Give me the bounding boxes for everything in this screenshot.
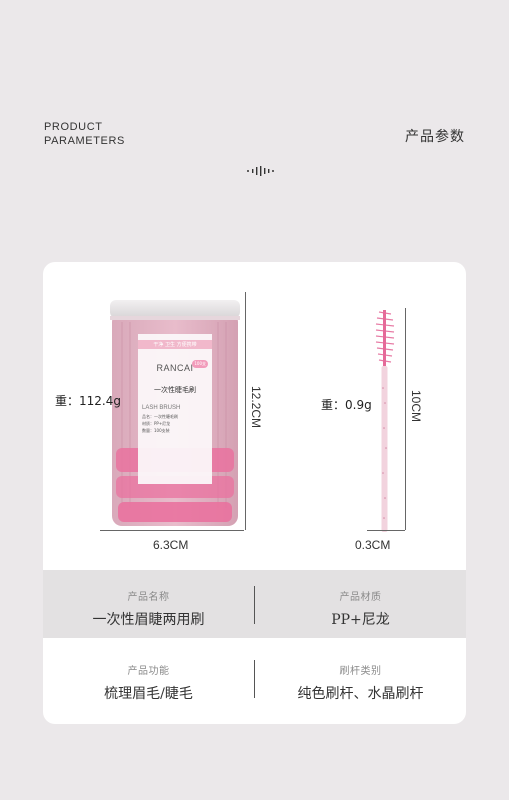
- param-cell-function: 产品功能 梳理眉毛/睫毛: [43, 644, 254, 712]
- param-value: 一次性眉睫两用刷: [92, 612, 205, 628]
- param-value: 梳理眉毛/睫毛: [104, 686, 193, 702]
- param-row: 产品功能 梳理眉毛/睫毛 刷杆类别 纯色刷杆、水晶刷杆: [43, 644, 466, 712]
- header-title-en-line1: PRODUCT: [44, 121, 103, 133]
- wand-height-line: [405, 308, 406, 530]
- jar-height-line: [245, 292, 246, 530]
- wand-width-label: 0.3CM: [355, 538, 391, 552]
- jar-label: 干净 卫生 方便携带 RANCAI 100支 一次性睫毛刷 LASH BRUSH…: [138, 334, 212, 484]
- jar-weight-label: 重：112.4g: [55, 394, 121, 408]
- product-card: 干净 卫生 方便携带 RANCAI 100支 一次性睫毛刷 LASH BRUSH…: [43, 262, 466, 724]
- jar-width-label: 6.3CM: [153, 538, 189, 552]
- param-value: PP+尼龙: [331, 612, 390, 628]
- param-value: 纯色刷杆、水晶刷杆: [297, 686, 424, 702]
- param-label: 产品功能: [127, 666, 170, 677]
- header-title-en: PRODUCT PARAMETERS: [44, 120, 125, 148]
- jar-width-line: [100, 530, 244, 531]
- jar-height-label: 12.2CM: [249, 386, 263, 429]
- param-row: 产品名称 一次性眉睫两用刷 产品材质 PP+尼龙: [43, 570, 466, 638]
- param-label: 刷杆类别: [339, 666, 382, 677]
- wand-height-label: 10CM: [409, 390, 423, 423]
- lash-brush-image: [375, 310, 395, 532]
- jar-label-line: 数量：100支装: [142, 428, 170, 433]
- param-cell-product-name: 产品名称 一次性眉睫两用刷: [43, 570, 254, 638]
- param-cell-handle-type: 刷杆类别 纯色刷杆、水晶刷杆: [255, 644, 466, 712]
- param-label: 产品名称: [127, 592, 170, 603]
- jar-label-line: 品名：一次性睫毛刷: [142, 414, 178, 419]
- jar-label-line: 材质：PP+尼龙: [142, 421, 171, 426]
- audio-wave-icon: [247, 166, 274, 176]
- jar-product-name-en: LASH BRUSH: [142, 405, 181, 411]
- jar-badge: 100支: [192, 360, 208, 368]
- wand-width-line: [367, 530, 405, 531]
- wand-weight-label: 重：0.9g: [321, 398, 372, 412]
- param-cell-material: 产品材质 PP+尼龙: [255, 570, 466, 638]
- jar-product-name: 一次性睫毛刷: [154, 386, 196, 394]
- header-title-cn: 产品参数: [405, 129, 465, 145]
- header-title-en-line2: PARAMETERS: [44, 135, 125, 147]
- param-label: 产品材质: [339, 592, 382, 603]
- jar-tagline: 干净 卫生 方便携带: [138, 340, 212, 349]
